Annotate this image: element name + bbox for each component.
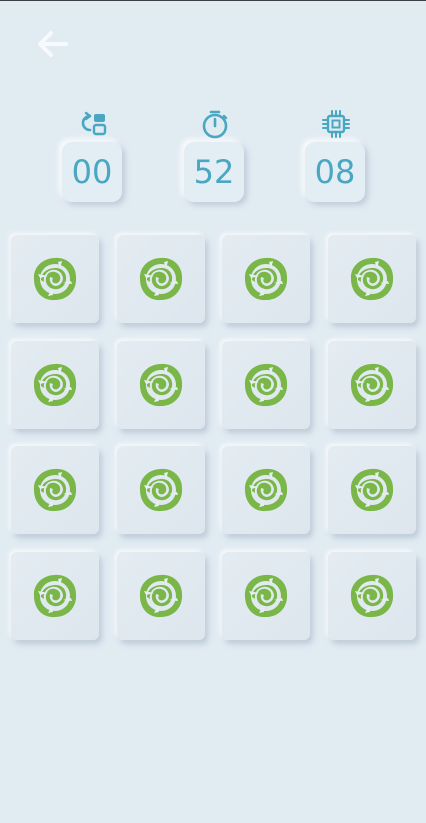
card-back-pattern-icon (244, 257, 288, 301)
memory-card[interactable] (222, 340, 310, 429)
card-back-pattern-icon (139, 257, 182, 301)
card-back-pattern-icon (33, 363, 77, 406)
memory-card[interactable] (222, 551, 310, 640)
card-back-pattern-icon (350, 574, 393, 617)
cpu-counter: 08 (305, 108, 367, 202)
stopwatch-icon (202, 110, 228, 139)
flips-value: 00 (62, 142, 122, 202)
memory-card[interactable] (222, 446, 310, 534)
card-back-pattern-icon (350, 468, 393, 512)
memory-card[interactable] (116, 340, 205, 429)
memory-card[interactable] (11, 446, 99, 534)
arrow-left-icon (38, 31, 68, 57)
card-back-pattern-icon (244, 468, 288, 512)
card-back-pattern-icon (139, 363, 182, 406)
cpu-chip-icon (322, 110, 350, 138)
memory-card[interactable] (116, 551, 205, 640)
back-button[interactable] (30, 22, 74, 66)
memory-card[interactable] (327, 235, 416, 323)
timer-counter: 52 (184, 108, 246, 202)
card-back-pattern-icon (33, 257, 77, 301)
memory-card[interactable] (116, 235, 205, 323)
memory-card[interactable] (11, 551, 99, 640)
card-back-pattern-icon (139, 468, 182, 512)
memory-card[interactable] (11, 340, 99, 429)
flips-counter: 00 (62, 108, 124, 202)
memory-card[interactable] (116, 446, 205, 534)
status-bar-edge (0, 0, 426, 1)
flip-cards-icon (81, 111, 107, 136)
memory-card[interactable] (327, 340, 416, 429)
card-back-pattern-icon (350, 257, 393, 301)
timer-value: 52 (184, 142, 244, 202)
memory-card[interactable] (222, 235, 310, 323)
card-back-pattern-icon (33, 574, 77, 617)
card-back-pattern-icon (139, 574, 182, 617)
card-back-pattern-icon (244, 574, 288, 617)
card-back-pattern-icon (350, 363, 393, 406)
card-back-pattern-icon (244, 363, 288, 406)
memory-card[interactable] (11, 235, 99, 323)
memory-card[interactable] (327, 551, 416, 640)
cpu-value: 08 (305, 142, 365, 202)
card-back-pattern-icon (33, 468, 77, 512)
memory-card[interactable] (327, 446, 416, 534)
